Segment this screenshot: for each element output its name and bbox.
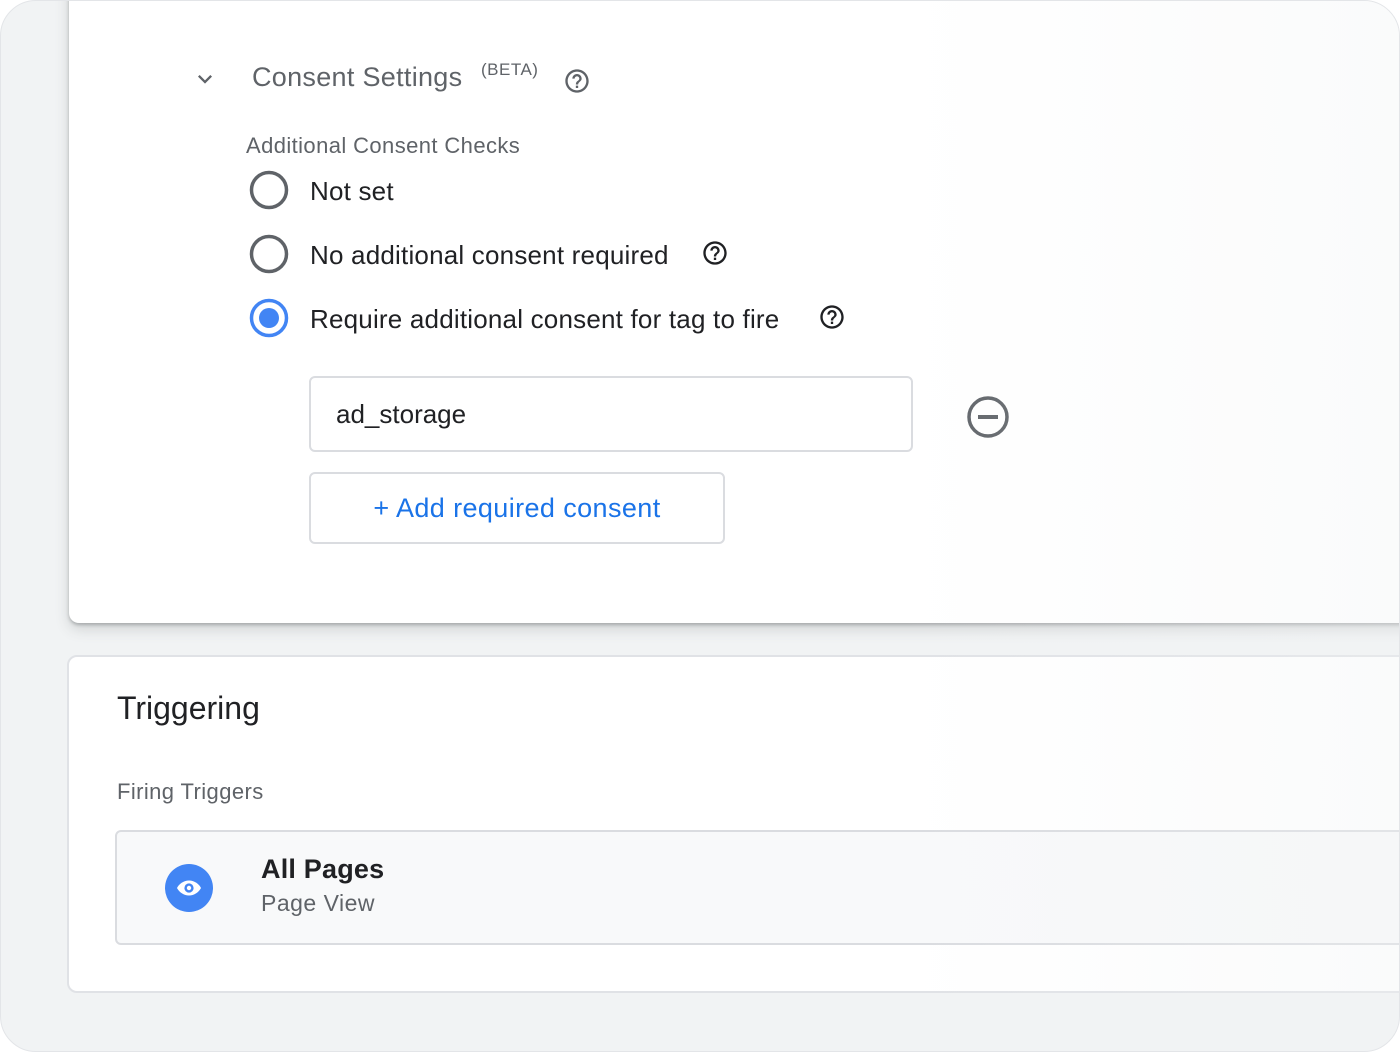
section-title: Consent Settings	[252, 62, 463, 92]
help-icon[interactable]	[563, 67, 591, 95]
firing-triggers-label: Firing Triggers	[117, 779, 264, 804]
chevron-down-icon[interactable]	[191, 65, 219, 93]
consent-type-input[interactable]	[309, 376, 913, 452]
beta-badge: (BETA)	[481, 60, 539, 79]
triggering-title: Triggering	[117, 690, 260, 726]
trigger-row-all-pages[interactable]	[115, 830, 1399, 945]
consent-checks-label: Additional Consent Checks	[246, 133, 521, 158]
radio-require-additional-consent[interactable]	[249, 298, 289, 338]
app-frame: Consent Settings (BETA) Additional Conse…	[0, 0, 1400, 1052]
radio-label-no-additional-consent[interactable]: No additional consent required	[310, 240, 669, 271]
remove-circle-icon[interactable]	[966, 395, 1010, 439]
eye-icon	[165, 864, 213, 912]
radio-label-not-set[interactable]: Not set	[310, 176, 394, 207]
help-icon[interactable]	[818, 303, 846, 331]
radio-not-set[interactable]	[249, 170, 289, 210]
radio-label-require-additional-consent[interactable]: Require additional consent for tag to fi…	[310, 304, 779, 335]
trigger-name: All Pages	[261, 854, 385, 884]
help-icon[interactable]	[701, 239, 729, 267]
add-required-consent-button[interactable]: + Add required consent	[309, 472, 725, 544]
radio-no-additional-consent[interactable]	[249, 234, 289, 274]
trigger-type: Page View	[261, 890, 376, 916]
